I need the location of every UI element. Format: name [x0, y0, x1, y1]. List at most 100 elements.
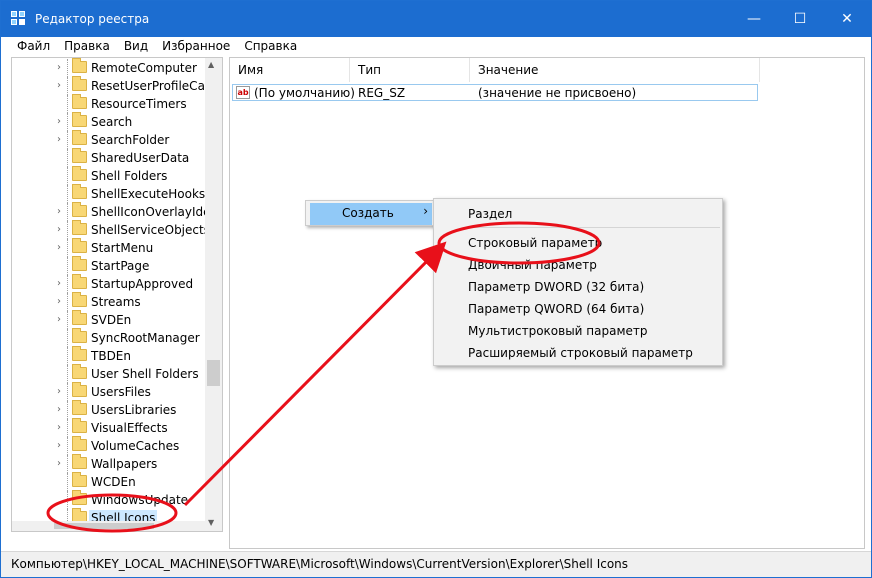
tree-item[interactable]: Shell Folders [12, 166, 210, 185]
submenu-item-expandable-string-value[interactable]: Расширяемый строковый параметр [468, 346, 693, 360]
tree-item[interactable]: WindowsUpdate [12, 490, 210, 509]
menu-edit[interactable]: Правка [57, 39, 117, 53]
expand-chevron-icon[interactable]: › [54, 458, 64, 470]
value-name: (По умолчанию) [254, 86, 355, 100]
folder-icon [72, 130, 87, 145]
folder-icon [72, 364, 87, 379]
expand-chevron-icon[interactable]: › [54, 206, 64, 218]
tree-connector-line [67, 185, 68, 203]
tree-item[interactable]: › ShellIconOverlayIdent [12, 202, 222, 221]
tree-connector-line [67, 77, 68, 95]
folder-icon [72, 58, 87, 73]
folder-icon [72, 490, 87, 505]
hscroll-thumb[interactable] [54, 523, 154, 529]
folder-icon [72, 256, 87, 271]
column-header-name[interactable]: Имя [230, 58, 350, 82]
tree-item-label: RemoteComputer [91, 61, 197, 75]
expand-chevron-icon[interactable]: › [54, 404, 64, 416]
title-bar[interactable]: Редактор реестра — ☐ ✕ [1, 1, 871, 37]
folder-icon [72, 112, 87, 127]
tree-item[interactable]: TBDEn [12, 346, 210, 365]
expand-chevron-icon[interactable]: › [54, 440, 64, 452]
expand-chevron-icon[interactable]: › [54, 314, 64, 326]
expand-chevron-icon[interactable]: › [54, 278, 64, 290]
column-header-type[interactable]: Тип [350, 58, 470, 82]
minimize-button[interactable]: — [731, 1, 777, 37]
expand-chevron-icon[interactable]: › [54, 224, 64, 236]
tree-item[interactable]: ShellExecuteHooks [12, 184, 210, 203]
folder-icon [72, 472, 87, 487]
tree-item[interactable]: › Streams [12, 292, 210, 311]
tree-item[interactable]: User Shell Folders [12, 364, 210, 383]
expand-chevron-icon[interactable]: › [54, 422, 64, 434]
value-row[interactable]: ab (По умолчанию) REG_SZ (значение не пр… [232, 84, 758, 101]
tree-connector-line [67, 221, 68, 239]
tree-item-label: Wallpapers [91, 457, 158, 471]
tree-item[interactable]: › Search [12, 112, 210, 131]
tree-item-label: ShellServiceObjects [91, 223, 210, 237]
tree-item[interactable]: › Wallpapers [12, 454, 210, 473]
tree-item[interactable]: › VolumeCaches [12, 436, 210, 455]
scroll-down-arrow-icon[interactable]: ▼ [208, 518, 214, 527]
expand-chevron-icon[interactable]: › [54, 62, 64, 74]
registry-key-tree[interactable]: Shell Icons WindowsUpdate WCDEn › Wallpapers… [11, 57, 223, 532]
menu-file[interactable]: Файл [1, 39, 57, 53]
tree-item-label: WindowsUpdate [91, 493, 189, 507]
tree-item-label: TBDEn [91, 349, 131, 363]
submenu-item-key[interactable]: Раздел [468, 207, 512, 221]
string-value-icon: ab [236, 86, 250, 99]
submenu-item-binary-value[interactable]: Двоичный параметр [468, 258, 597, 272]
tree-item[interactable]: WCDEn [12, 472, 210, 491]
tree-item-label: WCDEn [91, 475, 136, 489]
expand-chevron-icon[interactable]: › [54, 134, 64, 146]
tree-connector-line [67, 149, 68, 167]
tree-item[interactable]: › SearchFolder [12, 130, 210, 149]
tree-connector-line [67, 131, 68, 149]
tree-item[interactable]: › RemoteComputer [12, 58, 210, 77]
folder-icon [72, 292, 87, 307]
tree-item[interactable]: SyncRootManager [12, 328, 210, 347]
folder-icon [72, 76, 87, 91]
close-button[interactable]: ✕ [823, 1, 871, 37]
expand-chevron-icon[interactable]: › [54, 80, 64, 92]
submenu-item-string-value[interactable]: Строковый параметр [468, 236, 602, 250]
maximize-button[interactable]: ☐ [777, 1, 823, 37]
tree-horizontal-scrollbar[interactable] [12, 521, 207, 531]
tree-vertical-scrollbar[interactable]: ▲ ▼ [205, 58, 222, 531]
submenu-item-multistring-value[interactable]: Мультистроковый параметр [468, 324, 648, 338]
tree-connector-line [67, 401, 68, 419]
tree-connector-line [67, 275, 68, 293]
scroll-up-arrow-icon[interactable]: ▲ [208, 60, 214, 69]
submenu-item-qword-value[interactable]: Параметр QWORD (64 бита) [468, 302, 644, 316]
tree-item[interactable]: › StartupApproved [12, 274, 210, 293]
tree-item-label: SyncRootManager [91, 331, 200, 345]
tree-item[interactable]: ResourceTimers [12, 94, 210, 113]
folder-icon [72, 400, 87, 415]
tree-connector-line [67, 311, 68, 329]
column-header-value[interactable]: Значение [470, 58, 760, 82]
submenu-item-dword-value[interactable]: Параметр DWORD (32 бита) [468, 280, 644, 294]
tree-item[interactable]: › ShellServiceObjects [12, 220, 210, 239]
tree-connector-line [67, 167, 68, 185]
menu-bar: Файл Правка Вид Избранное Справка [1, 37, 871, 55]
tree-item[interactable]: › UsersFiles [12, 382, 210, 401]
menu-help[interactable]: Справка [237, 39, 304, 53]
tree-item[interactable]: StartPage [12, 256, 210, 275]
menu-favorites[interactable]: Избранное [155, 39, 237, 53]
tree-item-label: StartPage [91, 259, 150, 273]
tree-item-label: VisualEffects [91, 421, 168, 435]
expand-chevron-icon[interactable]: › [54, 116, 64, 128]
expand-chevron-icon[interactable]: › [54, 242, 64, 254]
expand-chevron-icon[interactable]: › [54, 296, 64, 308]
tree-item[interactable]: › ResetUserProfileCallba [12, 76, 222, 95]
tree-item[interactable]: › StartMenu [12, 238, 210, 257]
tree-item[interactable]: › UsersLibraries [12, 400, 210, 419]
scrollbar-thumb[interactable] [207, 360, 220, 386]
menu-view[interactable]: Вид [117, 39, 155, 53]
tree-connector-line [67, 113, 68, 131]
tree-item[interactable]: SharedUserData [12, 148, 210, 167]
tree-item-label: Shell Folders [91, 169, 168, 183]
tree-item[interactable]: › VisualEffects [12, 418, 210, 437]
expand-chevron-icon[interactable]: › [54, 386, 64, 398]
tree-item[interactable]: › SVDEn [12, 310, 210, 329]
